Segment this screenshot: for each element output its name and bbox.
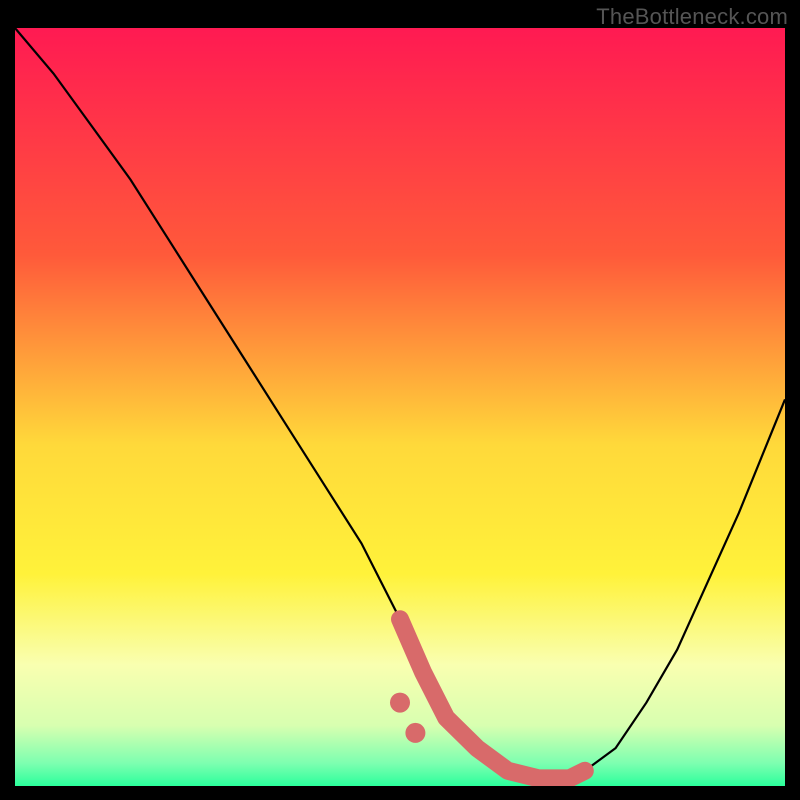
- watermark-text: TheBottleneck.com: [596, 4, 788, 30]
- highlight-dot: [390, 693, 410, 713]
- chart-frame: [15, 28, 785, 786]
- gradient-background: [15, 28, 785, 786]
- highlight-dot: [405, 723, 425, 743]
- bottleneck-curve-chart: [15, 28, 785, 786]
